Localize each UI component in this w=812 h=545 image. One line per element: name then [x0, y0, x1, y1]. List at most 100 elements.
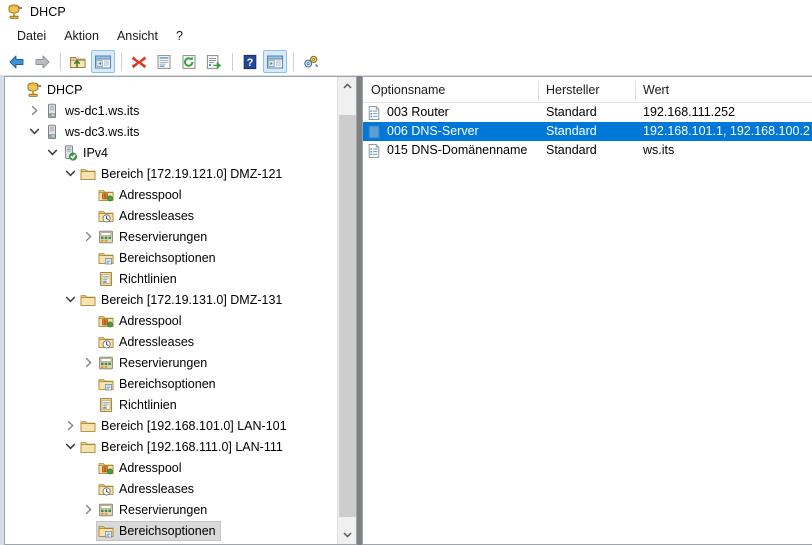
chevron-right-icon[interactable]: [80, 355, 96, 371]
tree-scrollbar-track[interactable]: [338, 95, 356, 526]
tree-item-content[interactable]: Adresspool: [96, 185, 187, 205]
tree-scrollbar-thumb[interactable]: [339, 115, 356, 517]
tree-item-label: Adressleases: [119, 334, 195, 349]
tree-item-content[interactable]: Adresspool: [96, 458, 187, 478]
chevron-right-icon[interactable]: [62, 418, 78, 434]
chevron-down-icon[interactable]: [62, 166, 78, 182]
tree-item[interactable]: Adresspool: [5, 310, 336, 331]
tree-item-label: Reservierungen: [119, 355, 208, 370]
menu-item-aktion[interactable]: Aktion: [55, 26, 108, 46]
tree-item-content[interactable]: Reservierungen: [96, 227, 212, 247]
properties-button[interactable]: [152, 50, 176, 73]
menu-item-datei[interactable]: Datei: [8, 26, 55, 46]
chevron-down-icon[interactable]: [44, 145, 60, 161]
tree-item-content[interactable]: Adressleases: [96, 479, 199, 499]
tree-item[interactable]: Richtlinien: [5, 268, 336, 289]
console-tree[interactable]: DHCP ws-dc1.ws.its ws-dc3.ws.its IPv4 Bereic…: [5, 77, 336, 544]
tree-item-content[interactable]: Reservierungen: [96, 500, 212, 520]
column-header[interactable]: Wert: [635, 77, 812, 103]
tree-item-content[interactable]: Bereich [172.19.131.0] DMZ-131: [78, 290, 287, 310]
tree-item-content[interactable]: Richtlinien: [96, 269, 182, 289]
tree-item-content[interactable]: Bereichsoptionen: [96, 374, 221, 394]
tree-scrollbar[interactable]: [337, 77, 356, 544]
tree-item[interactable]: ws-dc1.ws.its: [5, 100, 336, 121]
tree-item-label: Bereich [192.168.111.0] LAN-111: [101, 439, 283, 454]
list-row[interactable]: 003 Router Standard 192.168.111.252: [363, 103, 812, 122]
tree-item-content[interactable]: Bereich [192.168.111.0] LAN-111: [78, 437, 288, 457]
chevron-right-icon[interactable]: [26, 103, 42, 119]
tree-item-content[interactable]: ws-dc1.ws.its: [42, 101, 144, 121]
tree-item[interactable]: Richtlinien: [5, 394, 336, 415]
tree-item[interactable]: Adresspool: [5, 457, 336, 478]
column-divider[interactable]: [538, 81, 539, 100]
tree-item-content[interactable]: Adressleases: [96, 332, 199, 352]
tree-item[interactable]: Richtlinien: [5, 541, 336, 544]
manage-authorized-servers-button[interactable]: [299, 50, 323, 73]
scroll-up-button[interactable]: [338, 77, 356, 95]
tree-item-label: Bereich [172.19.131.0] DMZ-131: [101, 292, 283, 307]
refresh-button[interactable]: [177, 50, 201, 73]
scope-folder-icon: [80, 439, 96, 455]
tree-item[interactable]: Adresspool: [5, 184, 336, 205]
tree-item-content[interactable]: Bereich [172.19.121.0] DMZ-121: [78, 164, 287, 184]
menu-item-ansicht[interactable]: Ansicht: [108, 26, 167, 46]
tree-item[interactable]: IPv4: [5, 142, 336, 163]
tree-item[interactable]: Bereichsoptionen: [5, 247, 336, 268]
column-header[interactable]: Hersteller: [538, 77, 635, 103]
column-header[interactable]: Optionsname: [363, 77, 538, 103]
tree-item-label: Reservierungen: [119, 229, 208, 244]
chevron-right-icon[interactable]: [80, 229, 96, 245]
menu-item-help[interactable]: ?: [167, 26, 192, 46]
back-button[interactable]: [5, 50, 29, 73]
tree-item[interactable]: ws-dc3.ws.its: [5, 121, 336, 142]
tree-item-content[interactable]: IPv4: [60, 143, 113, 163]
column-header-label: Wert: [643, 83, 670, 97]
show-console-tree-button[interactable]: [91, 50, 115, 73]
tree-item-content[interactable]: Bereichsoptionen: [96, 520, 221, 541]
tree-item-content[interactable]: Bereich [192.168.101.0] LAN-101: [78, 416, 292, 436]
chevron-down-icon[interactable]: [62, 439, 78, 455]
tree-item[interactable]: Adressleases: [5, 478, 336, 499]
tree-item-content[interactable]: Richtlinien: [96, 542, 182, 545]
list-header[interactable]: Optionsname Hersteller Wert: [363, 77, 812, 103]
tree-item-content[interactable]: Richtlinien: [96, 395, 182, 415]
column-divider[interactable]: [635, 81, 636, 100]
tree-item[interactable]: Reservierungen: [5, 226, 336, 247]
export-list-button[interactable]: [202, 50, 226, 73]
policies-icon: [98, 271, 114, 287]
tree-item-content[interactable]: Adresspool: [96, 311, 187, 331]
list-row[interactable]: 006 DNS-Server Standard 192.168.101.1, 192…: [363, 122, 812, 141]
tree-item[interactable]: Bereichsoptionen: [5, 373, 336, 394]
tree-item[interactable]: Bereich [192.168.101.0] LAN-101: [5, 415, 336, 436]
tree-item[interactable]: Bereichsoptionen: [5, 520, 336, 541]
reservations-icon: [98, 502, 114, 518]
tree-item[interactable]: Adressleases: [5, 331, 336, 352]
chevron-down-icon[interactable]: [26, 124, 42, 140]
list-body[interactable]: 003 Router Standard 192.168.111.252 006 DNS…: [363, 103, 812, 544]
tree-item[interactable]: Adressleases: [5, 205, 336, 226]
list-cell-vendor: Standard: [546, 143, 597, 157]
scroll-down-button[interactable]: [338, 526, 356, 544]
scope-folder-icon: [80, 292, 96, 308]
tree-item[interactable]: DHCP: [5, 79, 336, 100]
tree-item-content[interactable]: Adressleases: [96, 206, 199, 226]
tree-item[interactable]: Reservierungen: [5, 352, 336, 373]
forward-button[interactable]: [30, 50, 54, 73]
tree-item-content[interactable]: ws-dc3.ws.its: [42, 122, 144, 142]
delete-button[interactable]: [127, 50, 151, 73]
tree-item-label: Richtlinien: [119, 271, 177, 286]
up-one-level-button[interactable]: [66, 50, 90, 73]
tree-item[interactable]: Bereich [192.168.111.0] LAN-111: [5, 436, 336, 457]
tree-item-content[interactable]: DHCP: [24, 80, 87, 100]
tree-item[interactable]: Reservierungen: [5, 499, 336, 520]
chevron-right-icon[interactable]: [80, 502, 96, 518]
show-action-pane-button[interactable]: [263, 50, 287, 73]
scope-options-icon: [98, 250, 114, 266]
tree-item[interactable]: Bereich [172.19.131.0] DMZ-131: [5, 289, 336, 310]
help-button[interactable]: ?: [238, 50, 262, 73]
list-row[interactable]: 015 DNS-Domänenname Standard ws.its: [363, 141, 812, 160]
tree-item-content[interactable]: Reservierungen: [96, 353, 212, 373]
tree-item[interactable]: Bereich [172.19.121.0] DMZ-121: [5, 163, 336, 184]
tree-item-content[interactable]: Bereichsoptionen: [96, 248, 221, 268]
chevron-down-icon[interactable]: [62, 292, 78, 308]
